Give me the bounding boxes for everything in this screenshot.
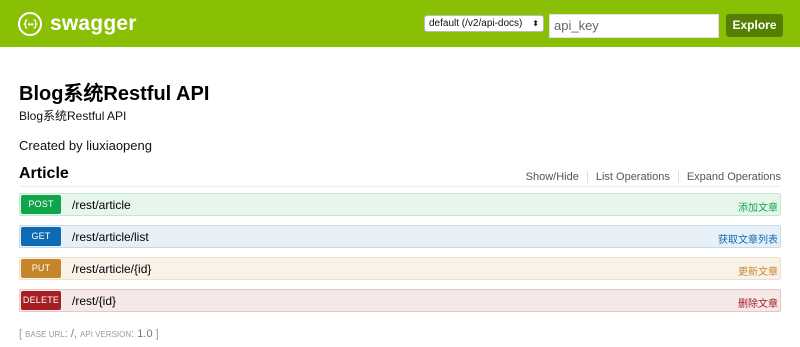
api-key-input[interactable]: api_key: [549, 14, 719, 38]
footer-open-bracket: [: [19, 328, 23, 340]
method-badge-delete[interactable]: DELETE: [21, 291, 61, 310]
expand-operations-link[interactable]: Expand Operations: [677, 171, 781, 183]
operation-path[interactable]: /rest/article: [72, 198, 131, 212]
resource-name-link[interactable]: Article: [19, 165, 69, 183]
method-badge-post[interactable]: POST: [21, 195, 61, 214]
operation-summary[interactable]: 删除文章: [738, 295, 778, 310]
swagger-logo[interactable]: {↔} swagger: [18, 10, 137, 38]
method-badge-get[interactable]: GET: [21, 227, 61, 246]
list-operations-link[interactable]: List Operations: [586, 171, 678, 183]
base-url-value: /: [70, 328, 74, 340]
operation-summary[interactable]: 添加文章: [738, 199, 778, 214]
api-docs-select-value: default (/v2/api-docs): [429, 18, 523, 29]
base-url-footer: [ BASE URL: /, API VERSION: 1.0 ]: [19, 328, 159, 340]
operation-get-article-list[interactable]: GET /rest/article/list 获取文章列表: [19, 225, 781, 248]
resource-header: Article Show/Hide List Operations Expand…: [19, 163, 781, 187]
show-hide-link[interactable]: Show/Hide: [526, 171, 587, 183]
api-docs-select[interactable]: default (/v2/api-docs) ⬍: [424, 15, 544, 32]
method-badge-put[interactable]: PUT: [21, 259, 61, 278]
operation-put-article[interactable]: PUT /rest/article/{id} 更新文章: [19, 257, 781, 280]
select-caret-icon: ⬍: [532, 19, 539, 28]
operation-path[interactable]: /rest/{id}: [72, 294, 116, 308]
swagger-logo-text: swagger: [50, 12, 137, 35]
operation-post-article[interactable]: POST /rest/article 添加文章: [19, 193, 781, 216]
operation-path[interactable]: /rest/article/list: [72, 230, 149, 244]
api-version-label: API VERSION: [80, 330, 132, 339]
footer-close-bracket: ]: [155, 328, 159, 340]
swagger-logo-icon: {↔}: [18, 12, 42, 36]
created-by: Created by liuxiaopeng: [19, 138, 152, 153]
operation-path[interactable]: /rest/article/{id}: [72, 262, 151, 276]
top-bar: {↔} swagger default (/v2/api-docs) ⬍ api…: [0, 0, 800, 47]
base-url-label: BASE URL: [25, 330, 65, 339]
page-title: Blog系统Restful API: [19, 83, 210, 105]
api-description: Blog系统Restful API: [19, 109, 127, 123]
operation-delete-article[interactable]: DELETE /rest/{id} 删除文章: [19, 289, 781, 312]
resource-actions: Show/Hide List Operations Expand Operati…: [526, 171, 781, 183]
operation-summary[interactable]: 获取文章列表: [718, 231, 778, 246]
explore-button[interactable]: Explore: [726, 14, 783, 37]
operation-summary[interactable]: 更新文章: [738, 263, 778, 278]
api-version-value: 1.0: [137, 328, 153, 340]
